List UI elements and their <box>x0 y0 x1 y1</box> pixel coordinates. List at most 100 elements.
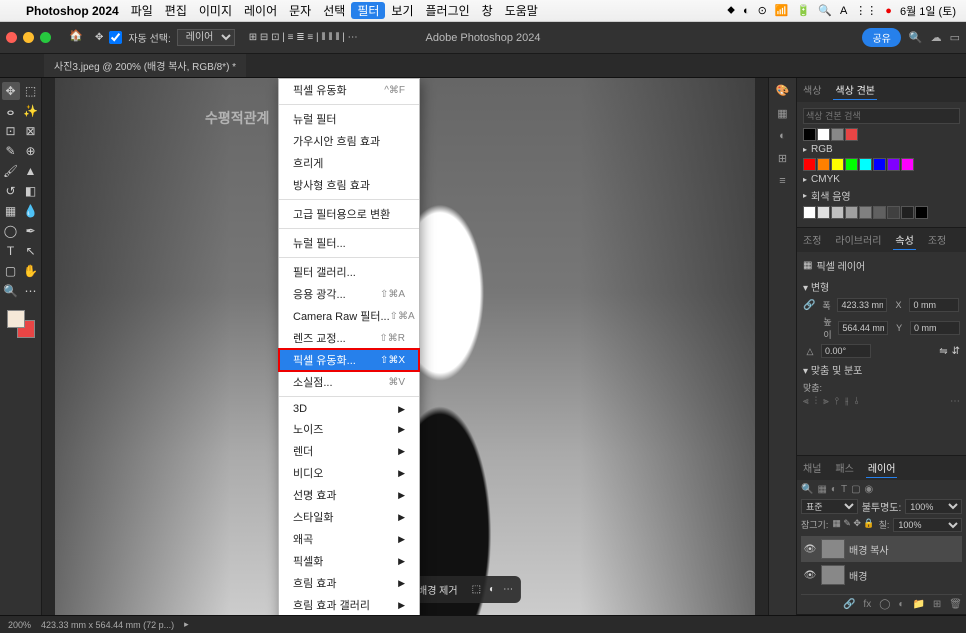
x-input[interactable] <box>909 298 959 312</box>
filter-type-icon[interactable]: T <box>841 484 847 495</box>
tab-channels[interactable]: 채널 <box>801 458 823 478</box>
filter-menu-item[interactable]: 고급 필터용으로 변환 <box>279 203 419 225</box>
doc-dimensions[interactable]: 423.33 mm x 564.44 mm (72 p...) <box>41 620 174 630</box>
swatch[interactable] <box>831 128 844 141</box>
lasso-tool[interactable]: ⴰ <box>2 102 20 120</box>
swatch[interactable] <box>901 158 914 171</box>
move-tool[interactable]: ✥ <box>2 82 20 100</box>
cloud-icon[interactable]: ☁ <box>931 31 942 44</box>
panel-icon[interactable]: ◐ <box>779 130 786 142</box>
layer-row[interactable]: 👁배경 복사 <box>801 536 962 562</box>
swatch[interactable] <box>859 158 872 171</box>
tab-library[interactable]: 라이브러리 <box>833 230 883 250</box>
filter-smart-icon[interactable]: ◉ <box>865 484 874 495</box>
window-close-button[interactable] <box>6 32 17 43</box>
swatch[interactable] <box>915 206 928 219</box>
menu-filter[interactable]: 필터 <box>351 2 385 19</box>
auto-select-checkbox[interactable] <box>109 31 122 44</box>
gradient-tool[interactable]: ▦ <box>2 202 20 220</box>
type-tool[interactable]: T <box>2 242 20 260</box>
ctx-transform-icon[interactable]: ⬚ <box>472 584 481 595</box>
filter-menu-item[interactable]: 방사형 흐림 효과 <box>279 174 419 196</box>
menubar-icon[interactable]: ⊙ <box>758 4 767 17</box>
filter-menu-item[interactable]: 픽셀 유동화^⌘F <box>279 79 419 101</box>
auto-select-dropdown[interactable]: 레이어 <box>177 29 235 46</box>
filter-menu-item[interactable]: 스타일화▶ <box>279 506 419 528</box>
filter-adjust-icon[interactable]: ◐ <box>831 484 837 495</box>
document-tab[interactable]: 사진3.jpeg @ 200% (배경 복사, RGB/8*) * <box>44 54 246 77</box>
zoom-level[interactable]: 200% <box>8 620 31 630</box>
menubar-icon[interactable]: ⬥ <box>727 4 735 17</box>
filter-menu-item[interactable]: 선명 효과▶ <box>279 484 419 506</box>
filter-menu-item[interactable]: 픽셀화▶ <box>279 550 419 572</box>
swatch[interactable] <box>817 128 830 141</box>
color-chips[interactable] <box>7 310 35 338</box>
color-panel-icon[interactable]: 🎨 <box>776 84 790 97</box>
swatch-folder-gray[interactable]: 회색 음영 <box>803 188 960 203</box>
filter-menu-item[interactable]: 픽셀 유동화...⇧⌘X <box>279 349 419 371</box>
layer-thumbnail[interactable] <box>821 539 845 559</box>
y-input[interactable] <box>910 321 960 335</box>
filter-menu-item[interactable]: 흐림 효과 갤러리▶ <box>279 594 419 615</box>
brush-tool[interactable]: 🖌 <box>2 162 20 180</box>
ctx-more-icon[interactable]: ⋯ <box>503 584 513 595</box>
fill-select[interactable]: 100% <box>893 518 962 532</box>
workspace-icon[interactable]: ▭ <box>950 31 960 44</box>
crop-tool[interactable]: ⊡ <box>2 122 20 140</box>
visibility-icon[interactable]: 👁 <box>803 544 817 555</box>
align-bottom-icon[interactable]: ⫰ <box>854 396 858 407</box>
shape-tool[interactable]: ▢ <box>2 262 20 280</box>
align-center-icon[interactable]: ⫶ <box>815 396 818 407</box>
heal-tool[interactable]: ⊕ <box>22 142 40 160</box>
tab-swatches[interactable]: 색상 견본 <box>833 80 877 100</box>
menu-type[interactable]: 문자 <box>283 2 317 19</box>
swatch[interactable] <box>817 158 830 171</box>
filter-menu-item[interactable]: 흐림 효과▶ <box>279 572 419 594</box>
menu-file[interactable]: 파일 <box>125 2 159 19</box>
panel-icon[interactable]: ≡ <box>779 175 785 187</box>
blur-tool[interactable]: 💧 <box>22 202 40 220</box>
flip-v-icon[interactable]: ⇵ <box>952 346 960 357</box>
menubar-control-icon[interactable]: ⋮⋮ <box>855 4 877 17</box>
swatch[interactable] <box>887 158 900 171</box>
filter-menu-item[interactable]: 필터 갤러리... <box>279 261 419 283</box>
window-maximize-button[interactable] <box>40 32 51 43</box>
window-minimize-button[interactable] <box>23 32 34 43</box>
zoom-tool[interactable]: 🔍 <box>2 282 20 300</box>
filter-menu-item[interactable]: 렌더▶ <box>279 440 419 462</box>
eraser-tool[interactable]: ◧ <box>22 182 40 200</box>
swatch[interactable] <box>831 206 844 219</box>
history-brush-tool[interactable]: ↺ <box>2 182 20 200</box>
menu-window[interactable]: 창 <box>476 2 499 19</box>
menu-plugins[interactable]: 플러그인 <box>420 2 476 19</box>
filter-menu-item[interactable]: 소실점...⌘V <box>279 371 419 393</box>
menu-edit[interactable]: 편집 <box>159 2 193 19</box>
search-icon[interactable]: 🔍 <box>909 31 923 44</box>
share-button[interactable]: 공유 <box>862 28 900 47</box>
menubar-language-icon[interactable]: A <box>840 5 847 17</box>
layer-mask-icon[interactable]: ◯ <box>879 599 890 610</box>
align-more-icon[interactable]: ⋯ <box>950 396 960 407</box>
flip-h-icon[interactable]: ⇋ <box>939 346 947 357</box>
swatch[interactable] <box>887 206 900 219</box>
status-arrow-icon[interactable]: ▸ <box>184 619 189 630</box>
swatch[interactable] <box>831 158 844 171</box>
app-name[interactable]: Photoshop 2024 <box>20 4 125 18</box>
link-icon[interactable]: 🔗 <box>803 300 815 311</box>
more-tools[interactable]: ⋯ <box>22 282 40 300</box>
filter-menu-item[interactable]: 뉴럴 필터 <box>279 108 419 130</box>
menu-image[interactable]: 이미지 <box>193 2 238 19</box>
menubar-wifi-icon[interactable]: 📶 <box>775 4 789 17</box>
height-input[interactable] <box>838 321 888 335</box>
swatch[interactable] <box>845 158 858 171</box>
swatch[interactable] <box>873 206 886 219</box>
swatch[interactable] <box>845 206 858 219</box>
angle-input[interactable] <box>821 344 871 358</box>
layer-new-icon[interactable]: ⊞ <box>933 599 941 610</box>
align-top-icon[interactable]: ⫯ <box>835 396 839 407</box>
tab-color[interactable]: 색상 <box>801 80 823 100</box>
menu-layer[interactable]: 레이어 <box>238 2 283 19</box>
opacity-select[interactable]: 100% <box>905 499 962 514</box>
menubar-icon[interactable]: ◐ <box>743 5 750 17</box>
filter-menu-item[interactable]: 렌즈 교정...⇧⌘R <box>279 327 419 349</box>
